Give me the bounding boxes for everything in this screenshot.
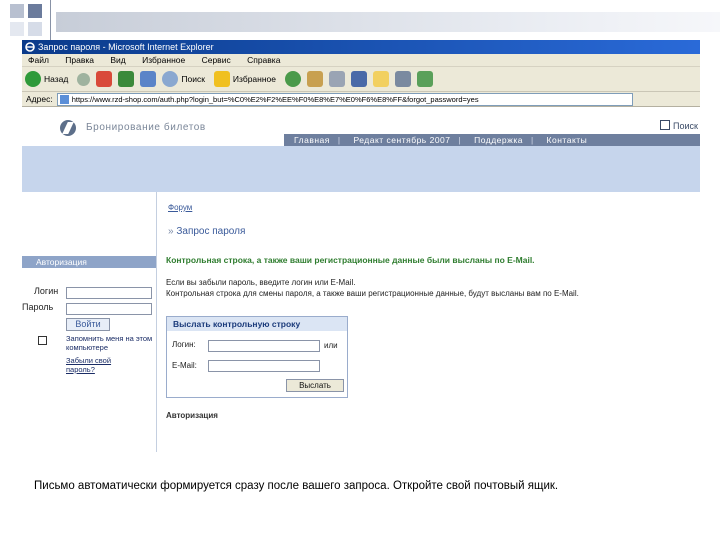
window-titlebar: Запрос пароля - Microsoft Internet Explo… [22,40,700,54]
messenger-icon[interactable] [395,71,411,87]
nav-home[interactable]: Главная [294,135,330,145]
search-button-label[interactable]: Поиск [181,74,205,84]
menu-favorites[interactable]: Избранное [142,55,185,65]
left-auth-heading: Авторизация [22,256,156,268]
slide-square-icon [10,4,24,18]
search-box-icon [660,120,670,130]
nav-contacts[interactable]: Контакты [547,135,588,145]
breadcrumb[interactable]: Форум [168,203,192,212]
mail-icon[interactable] [307,71,323,87]
nav-separator: | [337,135,341,145]
favorites-button-label[interactable]: Избранное [233,74,276,84]
header-band [22,146,700,192]
left-password-input[interactable] [66,303,152,315]
print-icon[interactable] [329,71,345,87]
page-icon [59,94,69,104]
site-logo-text: Бронирование билетов [86,122,206,133]
slide-square-icon [10,22,24,36]
bottom-auth-heading: Авторизация [166,411,218,420]
remember-label: Запомнить меня на этом компьютере [66,334,153,352]
slide-square-icon [28,22,42,36]
address-url: https://www.rzd-shop.com/auth.php?login_… [71,94,479,104]
forgot-password-link[interactable]: Забыли свой пароль? [66,356,126,374]
browser-screenshot: Запрос пароля - Microsoft Internet Explo… [22,40,700,452]
nav-edition[interactable]: Редакт сентябрь 2007 [353,135,450,145]
menu-edit[interactable]: Правка [65,55,94,65]
nav-separator: | [530,135,534,145]
success-message: Контрольная строка, а также ваши регистр… [166,255,535,265]
form-email-label: E-Mail: [172,361,197,370]
form-email-input[interactable] [208,360,320,372]
ie-logo-icon [25,42,35,52]
back-arrow-icon[interactable] [25,71,41,87]
menu-tools[interactable]: Сервис [202,55,231,65]
form-login-input[interactable] [208,340,320,352]
left-login-label: Логин [34,286,59,296]
left-password-label: Пароль [22,302,54,312]
reset-form-title: Выслать контрольную строку [167,317,347,331]
left-login-input[interactable] [66,287,152,299]
address-input[interactable]: https://www.rzd-shop.com/auth.php?login_… [56,92,633,106]
history-icon[interactable] [285,71,301,87]
nav-separator: | [458,135,462,145]
info-line-2: Контрольная строка для смены пароля, а т… [166,289,579,298]
address-bar: Адрес: https://www.rzd-shop.com/auth.php… [22,92,700,107]
menu-view[interactable]: Вид [110,55,125,65]
menu-bar: Файл Правка Вид Избранное Сервис Справка [22,54,700,67]
nav-support[interactable]: Поддержка [474,135,523,145]
folder-icon[interactable] [373,71,389,87]
back-button-label[interactable]: Назад [44,74,68,84]
refresh-icon[interactable] [118,71,135,87]
menu-help[interactable]: Справка [247,55,280,65]
left-login-button[interactable]: Войти [66,318,110,331]
send-button[interactable]: Выслать [286,379,344,392]
site-nav: Главная | Редакт сентябрь 2007 | Поддержка… [284,134,700,146]
search-icon[interactable] [162,71,179,87]
favorites-star-icon[interactable] [213,71,230,87]
form-login-label: Логин: [172,340,196,349]
page-title: » Запрос пароля [168,226,245,237]
menu-file[interactable]: Файл [28,55,49,65]
research-icon[interactable] [417,71,433,87]
edit-icon[interactable] [351,71,367,87]
slide-square-icon [28,4,42,18]
slide-top-band [56,12,720,32]
stop-icon[interactable] [96,71,113,87]
info-line-1: Если вы забыли пароль, введите логин или… [166,278,356,287]
form-or-text: или [324,341,338,350]
site-search-link[interactable]: Поиск [660,120,698,131]
address-label: Адрес: [26,94,53,104]
page-title-bullet: » [168,226,174,237]
page-title-text: Запрос пароля [176,226,246,237]
remember-checkbox[interactable] [38,336,47,345]
browser-toolbar: Назад Поиск Избранное [22,67,700,92]
slide-caption: Письмо автоматически формируется сразу п… [34,480,559,492]
window-title: Запрос пароля - Microsoft Internet Explo… [38,42,214,52]
forward-arrow-icon[interactable] [77,72,91,86]
home-icon[interactable] [140,71,157,87]
search-link-label: Поиск [673,121,698,131]
